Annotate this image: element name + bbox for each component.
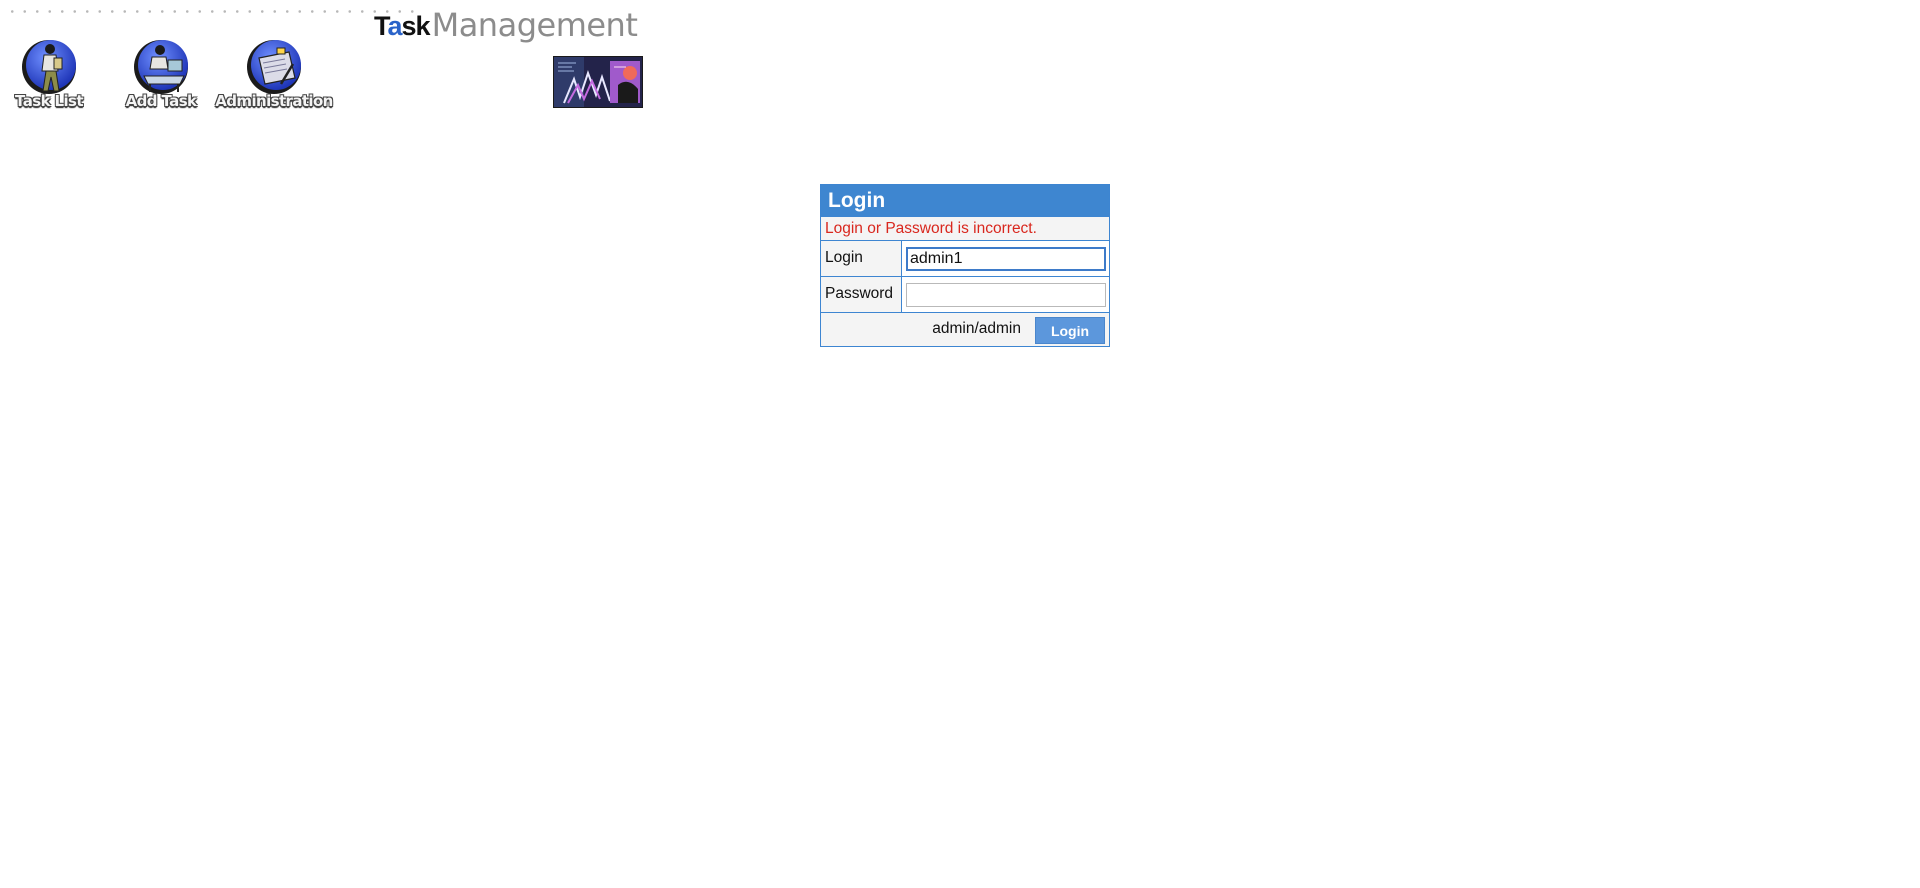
nav-administration-label: Administration <box>215 92 333 110</box>
login-input[interactable] <box>906 246 1106 271</box>
task-management-logo: Task Management <box>374 4 638 44</box>
nav-administration[interactable]: Administration <box>215 38 333 110</box>
login-label: Login <box>821 241 902 276</box>
login-form: Login Login or Password is incorrect. Lo… <box>820 184 1110 347</box>
person-at-desk-icon <box>134 40 188 94</box>
login-button[interactable]: Login <box>1035 317 1105 344</box>
login-title: Login <box>821 185 1109 216</box>
password-label: Password <box>821 277 902 312</box>
nav-task-list[interactable]: Task List <box>12 38 86 110</box>
nav-task-list-label: Task List <box>15 92 84 110</box>
notepad-with-pen-icon <box>247 40 301 94</box>
nav-add-task-label: Add Task <box>125 92 197 110</box>
page: Task Management Task List Add Task Admin… <box>0 0 1920 888</box>
dotted-divider <box>6 10 416 13</box>
password-input[interactable] <box>906 282 1106 307</box>
logo-word-management: Management <box>431 6 638 44</box>
login-footer: admin/admin Login <box>821 312 1109 346</box>
login-error-message: Login or Password is incorrect. <box>821 216 1109 240</box>
logo-word-task: Task <box>374 11 431 41</box>
credentials-hint: admin/admin <box>932 319 1021 337</box>
login-row: Login <box>821 240 1109 276</box>
promo-banner-image <box>553 56 643 108</box>
nav-add-task[interactable]: Add Task <box>123 38 199 110</box>
person-with-notepad-icon <box>22 40 76 94</box>
password-row: Password <box>821 276 1109 312</box>
